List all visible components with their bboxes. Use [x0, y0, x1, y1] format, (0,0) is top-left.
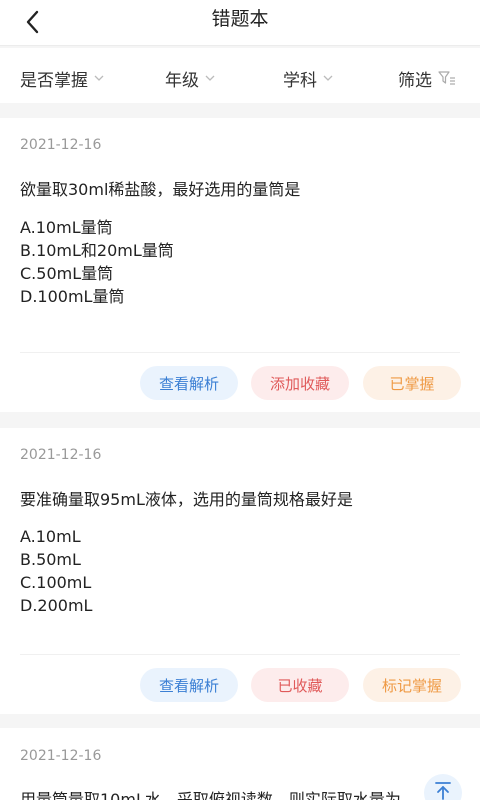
- question-date: 2021-12-16: [20, 137, 102, 153]
- chevron-down-icon: [323, 75, 333, 81]
- question-text: 欲量取30ml稀盐酸，最好选用的量筒是: [20, 180, 301, 199]
- filter-mastery-label: 是否掌握: [20, 70, 88, 91]
- filter-bar: 是否掌握 年级 学科 筛选: [0, 48, 480, 103]
- option-item: A.10mL: [20, 527, 81, 546]
- back-to-top-icon: [435, 782, 451, 800]
- filter-icon: [438, 71, 455, 85]
- divider: [20, 654, 460, 655]
- question-card: 2021-12-16 要准确量取95mL液体，选用的量筒规格最好是 A.10mL…: [0, 428, 480, 714]
- question-card: 2021-12-16 用量筒量取10mL水，采取俯视读数，则实际取水量为: [0, 728, 480, 800]
- view-analysis-button[interactable]: 查看解析: [140, 366, 238, 400]
- question-text: 要准确量取95mL液体，选用的量筒规格最好是: [20, 490, 353, 509]
- mark-mastered-button[interactable]: 标记掌握: [363, 668, 461, 702]
- option-list: A.10mL量筒 B.10mL和20mL量筒 C.50mL量筒 D.100mL量…: [20, 216, 174, 308]
- option-list: A.10mL B.50mL C.100mL D.200mL: [20, 525, 92, 617]
- page-title: 错题本: [211, 8, 269, 30]
- add-favorite-button[interactable]: 添加收藏: [251, 366, 349, 400]
- question-date: 2021-12-16: [20, 447, 102, 463]
- option-item: D.100mL量筒: [20, 287, 125, 306]
- mastered-button[interactable]: 已掌握: [363, 366, 461, 400]
- question-card: 2021-12-16 欲量取30ml稀盐酸，最好选用的量筒是 A.10mL量筒 …: [0, 118, 480, 412]
- option-item: B.50mL: [20, 550, 81, 569]
- filter-grade-label: 年级: [165, 70, 199, 91]
- filter-mastery[interactable]: 是否掌握: [20, 67, 104, 91]
- option-item: B.10mL和20mL量筒: [20, 241, 174, 260]
- chevron-down-icon: [94, 75, 104, 81]
- divider: [20, 352, 460, 353]
- filter-screen-label: 筛选: [398, 70, 432, 91]
- question-text: 用量筒量取10mL水，采取俯视读数，则实际取水量为: [20, 790, 401, 800]
- filter-grade[interactable]: 年级: [165, 67, 215, 91]
- app-header: 错题本: [0, 0, 480, 46]
- view-analysis-button[interactable]: 查看解析: [140, 668, 238, 702]
- favorited-button[interactable]: 已收藏: [251, 668, 349, 702]
- filter-subject[interactable]: 学科: [283, 67, 333, 91]
- filter-screen[interactable]: 筛选: [398, 67, 456, 91]
- filter-subject-label: 学科: [283, 70, 317, 91]
- option-item: D.200mL: [20, 596, 93, 615]
- option-item: C.50mL量筒: [20, 264, 114, 283]
- question-date: 2021-12-16: [20, 748, 102, 764]
- option-item: C.100mL: [20, 573, 92, 592]
- chevron-down-icon: [205, 75, 215, 81]
- option-item: A.10mL量筒: [20, 218, 113, 237]
